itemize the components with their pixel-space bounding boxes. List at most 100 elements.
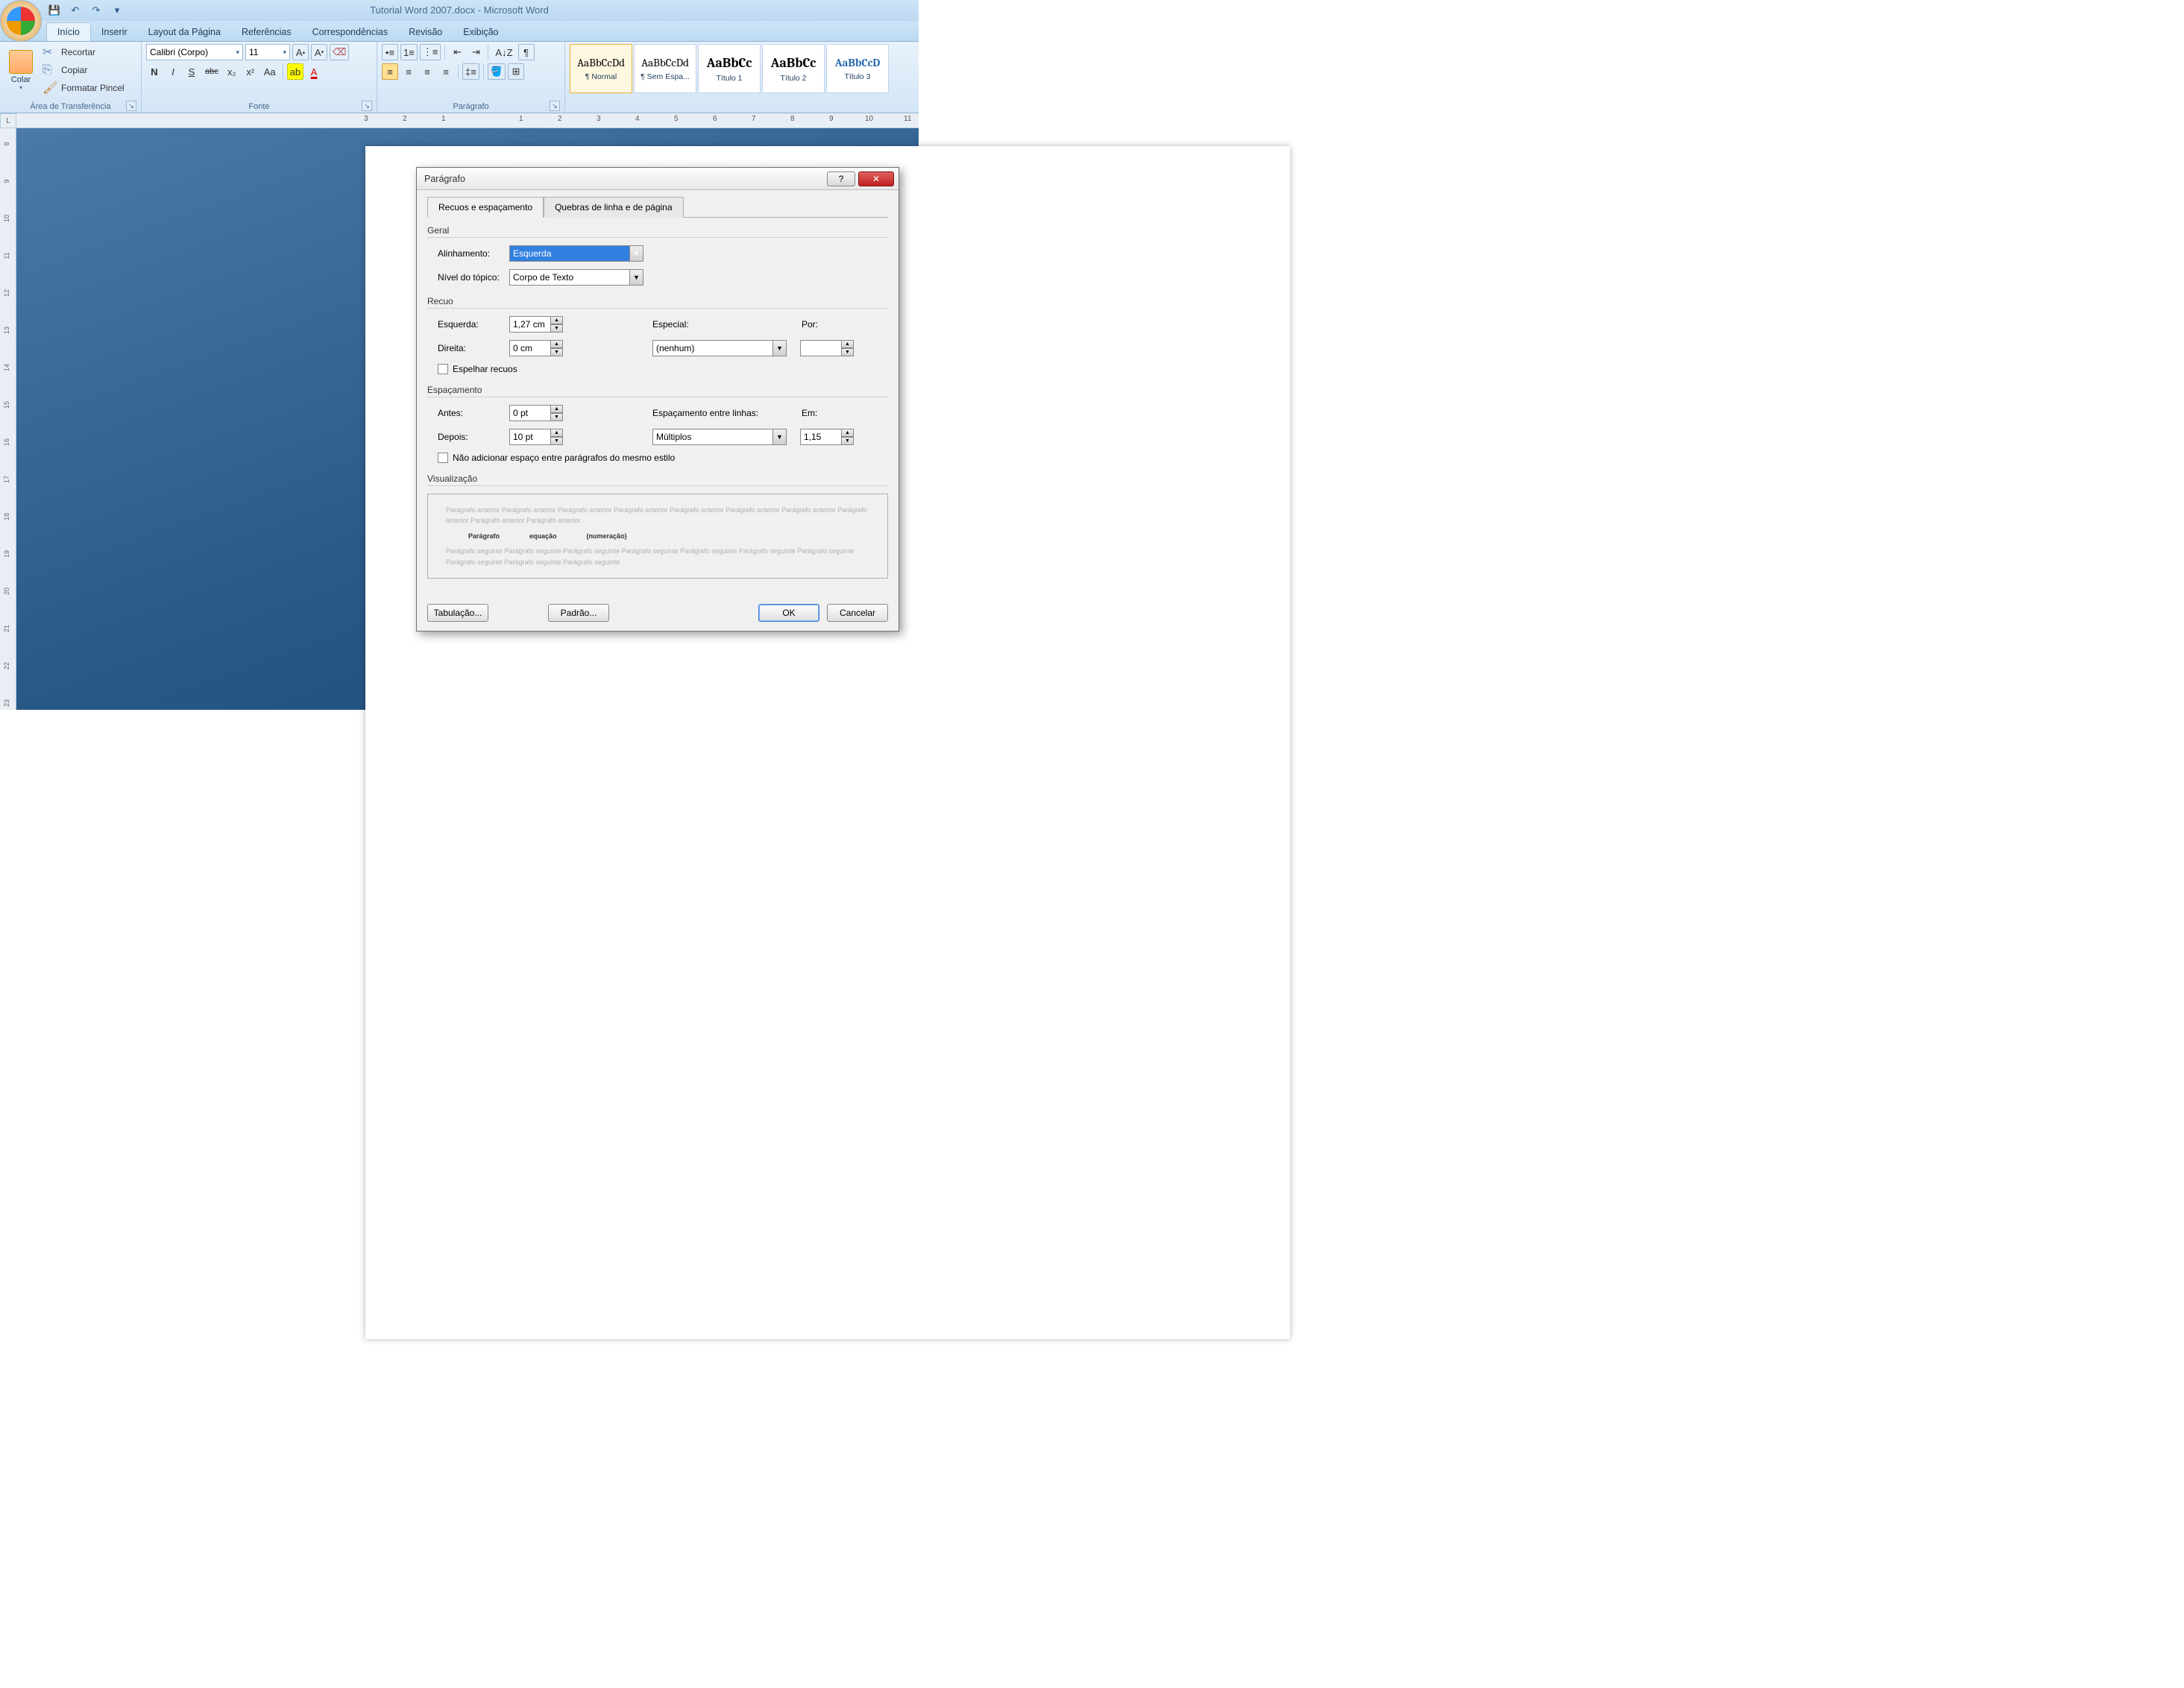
italic-button[interactable]: I (165, 63, 181, 80)
copy-button[interactable]: Copiar (58, 62, 90, 78)
tab-referencias[interactable]: Referências (231, 23, 302, 41)
space-after-spinner[interactable]: ▲▼ (509, 429, 563, 445)
shrink-font-button[interactable]: A▾ (311, 44, 327, 60)
borders-button[interactable]: ⊞ (508, 63, 524, 80)
save-button[interactable]: 💾 (46, 2, 63, 19)
close-button[interactable]: ✕ (858, 171, 894, 186)
spin-down-icon[interactable]: ▼ (551, 437, 563, 445)
spin-up-icon[interactable]: ▲ (551, 429, 563, 437)
strike-button[interactable]: abc (202, 63, 221, 80)
subscript-button[interactable]: x₂ (224, 63, 240, 80)
line-spacing-button[interactable]: ‡≡ (462, 63, 479, 80)
tab-inserir[interactable]: Inserir (91, 23, 138, 41)
font-color-button[interactable]: A (306, 63, 322, 80)
default-button[interactable]: Padrão... (548, 604, 609, 622)
ruler-corner[interactable]: L (0, 113, 16, 128)
clipboard-dialog-launcher[interactable]: ↘ (126, 101, 136, 111)
font-size-combo[interactable]: 11 (245, 44, 290, 60)
preview-box: Parágrafo anterior Parágrafo anterior Pa… (427, 494, 888, 579)
help-button[interactable]: ? (827, 171, 855, 186)
align-left-button[interactable]: ≡ (382, 63, 398, 80)
clear-formatting-button[interactable]: ⌫ (330, 44, 349, 60)
change-case-button[interactable]: Aa (261, 63, 279, 80)
alignment-combo[interactable]: Esquerda▼ (509, 245, 643, 262)
line-spacing-combo[interactable]: Múltiplos▼ (652, 429, 787, 445)
sort-button[interactable]: A↓Z (492, 44, 515, 60)
highlight-button[interactable]: ab (287, 63, 303, 80)
tab-line-breaks[interactable]: Quebras de linha e de página (544, 197, 683, 218)
style-titulo3[interactable]: AaBbCcDTítulo 3 (826, 44, 889, 93)
justify-button[interactable]: ≡ (438, 63, 454, 80)
section-general: Geral (427, 225, 888, 238)
group-clipboard-label: Área de Transferência (30, 102, 110, 111)
style-normal[interactable]: AaBbCcDd¶ Normal (570, 44, 632, 93)
special-indent-combo[interactable]: (nenhum)▼ (652, 340, 787, 356)
cut-button[interactable]: Recortar (58, 44, 98, 60)
superscript-button[interactable]: x² (242, 63, 259, 80)
grow-font-button[interactable]: A▴ (292, 44, 309, 60)
indent-right-spinner[interactable]: ▲▼ (509, 340, 563, 356)
spin-down-icon[interactable]: ▼ (551, 413, 563, 421)
undo-button[interactable]: ↶ (67, 2, 84, 19)
mirror-indents-checkbox[interactable]: Espelhar recuos (427, 364, 888, 374)
tab-layout[interactable]: Layout da Página (138, 23, 231, 41)
shading-button[interactable]: 🪣 (488, 63, 506, 80)
tabs-button[interactable]: Tabulação... (427, 604, 488, 622)
increase-indent-button[interactable]: ⇥ (468, 44, 484, 60)
spin-down-icon[interactable]: ▼ (551, 324, 563, 333)
numbering-button[interactable]: 1≡ (400, 44, 418, 60)
style-sem-espacamento[interactable]: AaBbCcDd¶ Sem Espa... (634, 44, 696, 93)
ruler-vertical[interactable]: 8 9 10 11 12 13 14 15 16 17 18 19 20 21 … (0, 128, 16, 710)
indent-left-spinner[interactable]: ▲▼ (509, 316, 563, 333)
tab-revisao[interactable]: Revisão (398, 23, 453, 41)
bullets-button[interactable]: •≡ (382, 44, 398, 60)
font-dialog-launcher[interactable]: ↘ (362, 101, 372, 111)
at-spinner[interactable]: ▲▼ (800, 429, 854, 445)
tab-correspondencias[interactable]: Correspondências (302, 23, 398, 41)
spin-down-icon[interactable]: ▼ (842, 437, 854, 445)
style-titulo1[interactable]: AaBbCcTítulo 1 (698, 44, 761, 93)
align-right-button[interactable]: ≡ (419, 63, 435, 80)
redo-button[interactable]: ↷ (88, 2, 104, 19)
by-input[interactable] (800, 340, 842, 356)
spin-up-icon[interactable]: ▲ (551, 340, 563, 348)
scissors-icon: ✂ (43, 45, 56, 60)
multilevel-button[interactable]: ⋮≡ (420, 44, 441, 60)
decrease-indent-button[interactable]: ⇤ (449, 44, 465, 60)
no-space-same-style-checkbox[interactable]: Não adicionar espaço entre parágrafos do… (427, 453, 888, 463)
indent-left-input[interactable] (509, 316, 551, 333)
bold-button[interactable]: N (146, 63, 163, 80)
office-button[interactable] (0, 0, 42, 42)
spin-up-icon[interactable]: ▲ (842, 429, 854, 437)
tab-exibicao[interactable]: Exibição (453, 23, 509, 41)
align-center-button[interactable]: ≡ (400, 63, 417, 80)
ok-button[interactable]: OK (758, 604, 819, 622)
font-name-combo[interactable]: Calibri (Corpo) (146, 44, 243, 60)
paragraph-dialog-launcher[interactable]: ↘ (550, 101, 560, 111)
spin-up-icon[interactable]: ▲ (842, 340, 854, 348)
at-input[interactable] (800, 429, 842, 445)
ruler-horizontal[interactable]: 3 2 1 1 2 3 4 5 6 7 8 9 10 11 (16, 113, 919, 128)
show-marks-button[interactable]: ¶ (518, 44, 535, 60)
spin-down-icon[interactable]: ▼ (842, 348, 854, 356)
space-before-spinner[interactable]: ▲▼ (509, 405, 563, 421)
style-titulo2[interactable]: AaBbCcTítulo 2 (762, 44, 825, 93)
spin-up-icon[interactable]: ▲ (551, 316, 563, 324)
by-spinner[interactable]: ▲▼ (800, 340, 854, 356)
underline-button[interactable]: S (183, 63, 200, 80)
tab-indents-spacing[interactable]: Recuos e espaçamento (427, 197, 544, 218)
paste-button[interactable]: Colar ▾ (4, 50, 37, 91)
spin-down-icon[interactable]: ▼ (551, 348, 563, 356)
space-after-input[interactable] (509, 429, 551, 445)
space-before-input[interactable] (509, 405, 551, 421)
tab-inicio[interactable]: Início (46, 22, 91, 41)
cancel-button[interactable]: Cancelar (827, 604, 888, 622)
spin-up-icon[interactable]: ▲ (551, 405, 563, 413)
dialog-tabs: Recuos e espaçamento Quebras de linha e … (427, 196, 888, 218)
paragraph-dialog: Parágrafo ? ✕ Recuos e espaçamento Quebr… (416, 167, 899, 632)
format-painter-button[interactable]: Formatar Pincel (58, 80, 128, 96)
dialog-titlebar[interactable]: Parágrafo ? ✕ (417, 168, 899, 190)
outline-level-combo[interactable]: Corpo de Texto▼ (509, 269, 643, 286)
indent-right-input[interactable] (509, 340, 551, 356)
qat-customize[interactable]: ▾ (109, 2, 125, 19)
